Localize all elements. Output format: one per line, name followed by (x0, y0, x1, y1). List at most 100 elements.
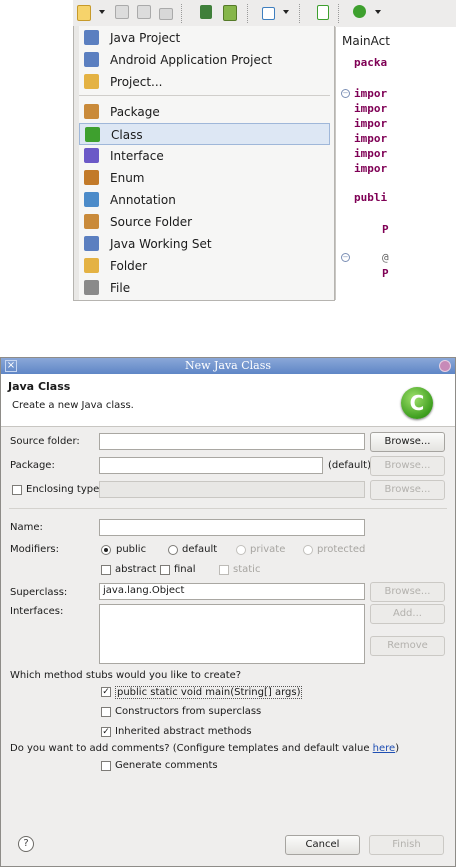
inherited-methods-label: Inherited abstract methods (115, 726, 252, 737)
menu-item-project[interactable]: Project... (79, 71, 330, 93)
public-radio[interactable] (101, 545, 111, 555)
main-method-label: public static void main(String[] args) (115, 686, 303, 699)
new-submenu: Java Project Android Application Project P… (73, 26, 335, 301)
menu-separator (79, 95, 330, 96)
configure-templates-link[interactable]: here (373, 743, 396, 754)
fold-toggle-icon[interactable]: − (341, 253, 350, 262)
code-line: P (382, 267, 389, 280)
abstract-checkbox[interactable] (101, 565, 111, 575)
menu-item-label: File (110, 281, 131, 295)
code-line: packa (354, 56, 388, 69)
dialog-titlebar: × New Java Class (1, 358, 455, 374)
project-icon (84, 74, 99, 89)
interfaces-label: Interfaces: (10, 606, 64, 617)
menu-item-label: Java Project (110, 31, 181, 45)
code-line: impor (354, 102, 388, 115)
public-radio-label: public (116, 544, 147, 555)
wizard-description: Create a new Java class. (12, 400, 134, 411)
generate-comments-checkbox[interactable] (101, 761, 111, 771)
divider (9, 508, 447, 509)
source-folder-field[interactable] (99, 433, 365, 450)
menu-item-java-working-set[interactable]: Java Working Set (79, 233, 330, 255)
menu-item-interface[interactable]: Interface (79, 145, 330, 167)
menu-item-folder[interactable]: Folder (79, 255, 330, 277)
print-icon[interactable] (159, 8, 173, 20)
code-line: publi (354, 191, 388, 204)
menu-item-label: Package (110, 105, 160, 119)
menu-item-class[interactable]: Class (79, 123, 330, 145)
android-project-icon (84, 52, 99, 67)
menu-item-label: Class (111, 128, 143, 142)
static-checkbox[interactable] (219, 565, 229, 575)
source-folder-browse-button[interactable]: Browse... (370, 432, 445, 452)
new-dropdown-arrow-icon[interactable] (99, 10, 105, 14)
new-java-class-dialog: × New Java Class Java Class Create a new… (0, 357, 456, 867)
menu-item-annotation[interactable]: Annotation (79, 189, 330, 211)
final-label: final (174, 564, 196, 575)
menu-item-source-folder[interactable]: Source Folder (79, 211, 330, 233)
interfaces-list[interactable] (99, 604, 365, 664)
enum-icon (84, 170, 99, 185)
maximize-icon[interactable] (439, 360, 451, 372)
enclosing-type-field[interactable] (99, 481, 365, 498)
menu-item-label: Annotation (110, 193, 176, 207)
final-checkbox[interactable] (160, 565, 170, 575)
toolbar-separator (299, 4, 301, 23)
code-editor[interactable]: MainAct packa − impor impor impor impor … (335, 27, 456, 300)
main-method-checkbox[interactable]: ✓ (101, 687, 111, 697)
menu-item-android-application-project[interactable]: Android Application Project (79, 49, 330, 71)
folder-icon (84, 258, 99, 273)
code-line: impor (354, 147, 388, 160)
eclipse-window-crop: MainAct packa − impor impor impor impor … (73, 0, 456, 301)
default-radio[interactable] (168, 545, 178, 555)
menu-item-package[interactable]: Package (79, 101, 330, 123)
superclass-browse-button[interactable]: Browse... (370, 582, 445, 602)
enclosing-type-browse-button[interactable]: Browse... (370, 480, 445, 500)
new-wizard-icon[interactable] (77, 5, 91, 21)
menu-item-label: Enum (110, 171, 145, 185)
debug-dropdown-arrow-icon[interactable] (375, 10, 381, 14)
protected-radio[interactable] (303, 545, 313, 555)
interfaces-remove-button[interactable]: Remove (370, 636, 445, 656)
toolbar-separator (247, 4, 249, 23)
menu-item-java-project[interactable]: Java Project (79, 27, 330, 49)
toolbar-separator (181, 4, 183, 23)
menu-item-file[interactable]: File (79, 277, 330, 299)
inherited-methods-checkbox[interactable]: ✓ (101, 727, 111, 737)
enclosing-type-checkbox[interactable] (12, 485, 22, 495)
debug-icon[interactable] (353, 5, 366, 18)
editor-tab[interactable]: MainAct (342, 34, 390, 48)
working-set-icon (84, 236, 99, 251)
fold-toggle-icon[interactable]: − (341, 89, 350, 98)
name-field[interactable] (99, 519, 365, 536)
package-label: Package: (10, 460, 55, 471)
package-browse-button[interactable]: Browse... (370, 456, 445, 476)
cancel-button[interactable]: Cancel (285, 835, 360, 855)
save-all-icon[interactable] (137, 5, 151, 19)
new-android-xml-icon[interactable] (317, 5, 329, 20)
save-icon[interactable] (115, 5, 129, 19)
finish-button[interactable]: Finish (369, 835, 444, 855)
code-line: @ (382, 251, 389, 264)
class-icon (85, 127, 100, 142)
file-icon (84, 280, 99, 295)
menu-item-label: Folder (110, 259, 148, 273)
android-sdk-icon[interactable] (200, 5, 212, 19)
help-icon[interactable]: ? (18, 836, 34, 852)
protected-radio-label: protected (317, 544, 366, 555)
interface-icon (84, 148, 99, 163)
package-field[interactable] (99, 457, 323, 474)
lint-dropdown-arrow-icon[interactable] (283, 10, 289, 14)
superclass-field[interactable]: java.lang.Object (99, 583, 365, 600)
private-radio[interactable] (236, 545, 246, 555)
abstract-label: abstract (115, 564, 157, 575)
interfaces-add-button[interactable]: Add... (370, 604, 445, 624)
code-line: impor (354, 87, 388, 100)
android-avd-icon[interactable] (223, 5, 237, 21)
constructors-checkbox[interactable] (101, 707, 111, 717)
enclosing-type-label: Enclosing type: (26, 484, 103, 495)
menu-item-enum[interactable]: Enum (79, 167, 330, 189)
lint-check-icon[interactable] (262, 7, 275, 20)
menu-item-label: Project... (110, 75, 163, 89)
name-label: Name: (10, 522, 43, 533)
